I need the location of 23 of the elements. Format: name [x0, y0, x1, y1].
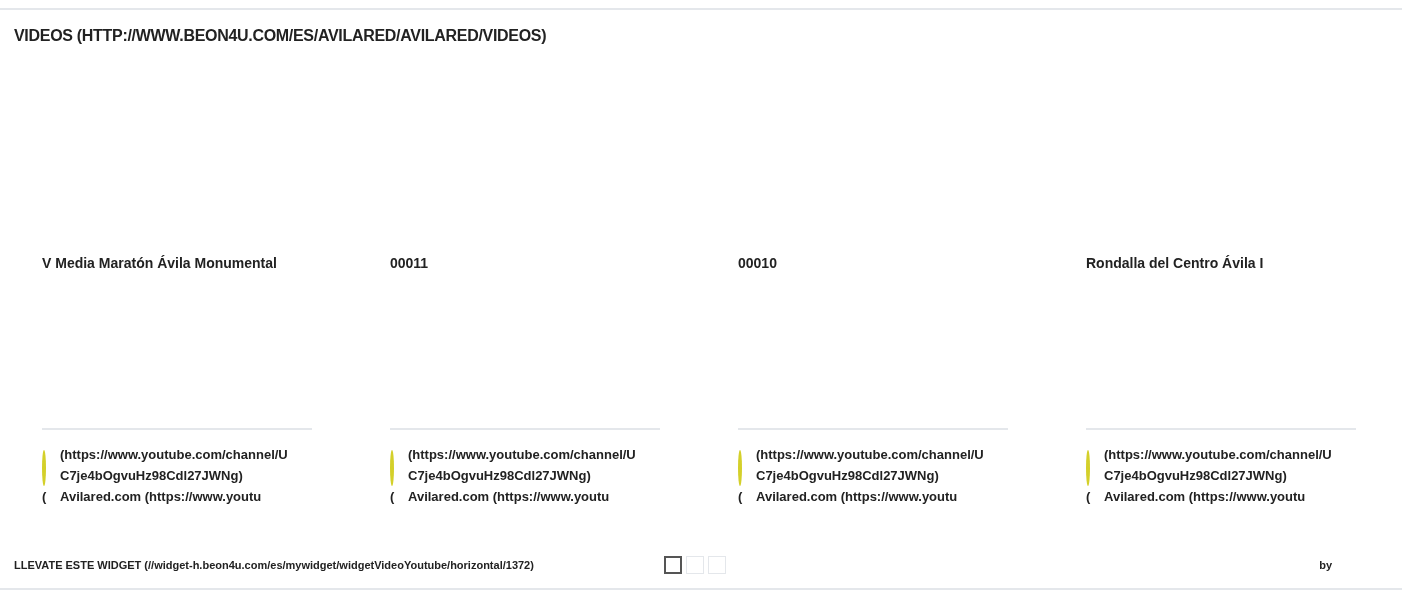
bracket-text: (: [738, 488, 743, 506]
channel-name[interactable]: Avilared.com (https://www.youtu: [756, 486, 986, 507]
widget-link[interactable]: LLEVATE ESTE WIDGET (//widget-h.beon4u.com/es/mywidget/widgetVideoYoutube/horizontal/1372): [14, 556, 664, 574]
channel-link[interactable]: (https://www.youtube.com/channel/UC7je4bOgvuHz98Cdl27JWNg): [756, 444, 986, 486]
video-title[interactable]: Rondalla del Centro Ávila I: [1086, 254, 1356, 428]
channel-avatar-icon[interactable]: [1086, 450, 1090, 486]
by-text: by: [1319, 557, 1332, 573]
channel-name[interactable]: Avilared.com (https://www.youtu: [408, 486, 638, 507]
bracket-text: (: [42, 488, 47, 506]
section-title[interactable]: VIDEOS (HTTP://WWW.BEON4U.COM/ES/AVILARED/AVILARED/VIDEOS): [14, 24, 1402, 48]
bracket-text: (: [390, 488, 395, 506]
video-title[interactable]: 00010: [738, 254, 1008, 428]
channel-avatar-icon[interactable]: [390, 450, 394, 486]
channel-avatar-icon[interactable]: [42, 450, 46, 486]
channel-link[interactable]: (https://www.youtube.com/channel/UC7je4bOgvuHz98Cdl27JWNg): [408, 444, 638, 486]
video-title[interactable]: V Media Maratón Ávila Monumental: [42, 254, 312, 428]
channel-avatar-icon[interactable]: [738, 450, 742, 486]
channel-link[interactable]: (https://www.youtube.com/channel/UC7je4bOgvuHz98Cdl27JWNg): [1104, 444, 1334, 486]
bracket-text: (: [1086, 488, 1091, 506]
channel-name[interactable]: Avilared.com (https://www.youtu: [1104, 486, 1334, 507]
video-title[interactable]: 00011: [390, 254, 660, 428]
channel-link[interactable]: (https://www.youtube.com/channel/UC7je4bOgvuHz98Cdl27JWNg): [60, 444, 290, 486]
channel-name[interactable]: Avilared.com (https://www.youtu: [60, 486, 290, 507]
